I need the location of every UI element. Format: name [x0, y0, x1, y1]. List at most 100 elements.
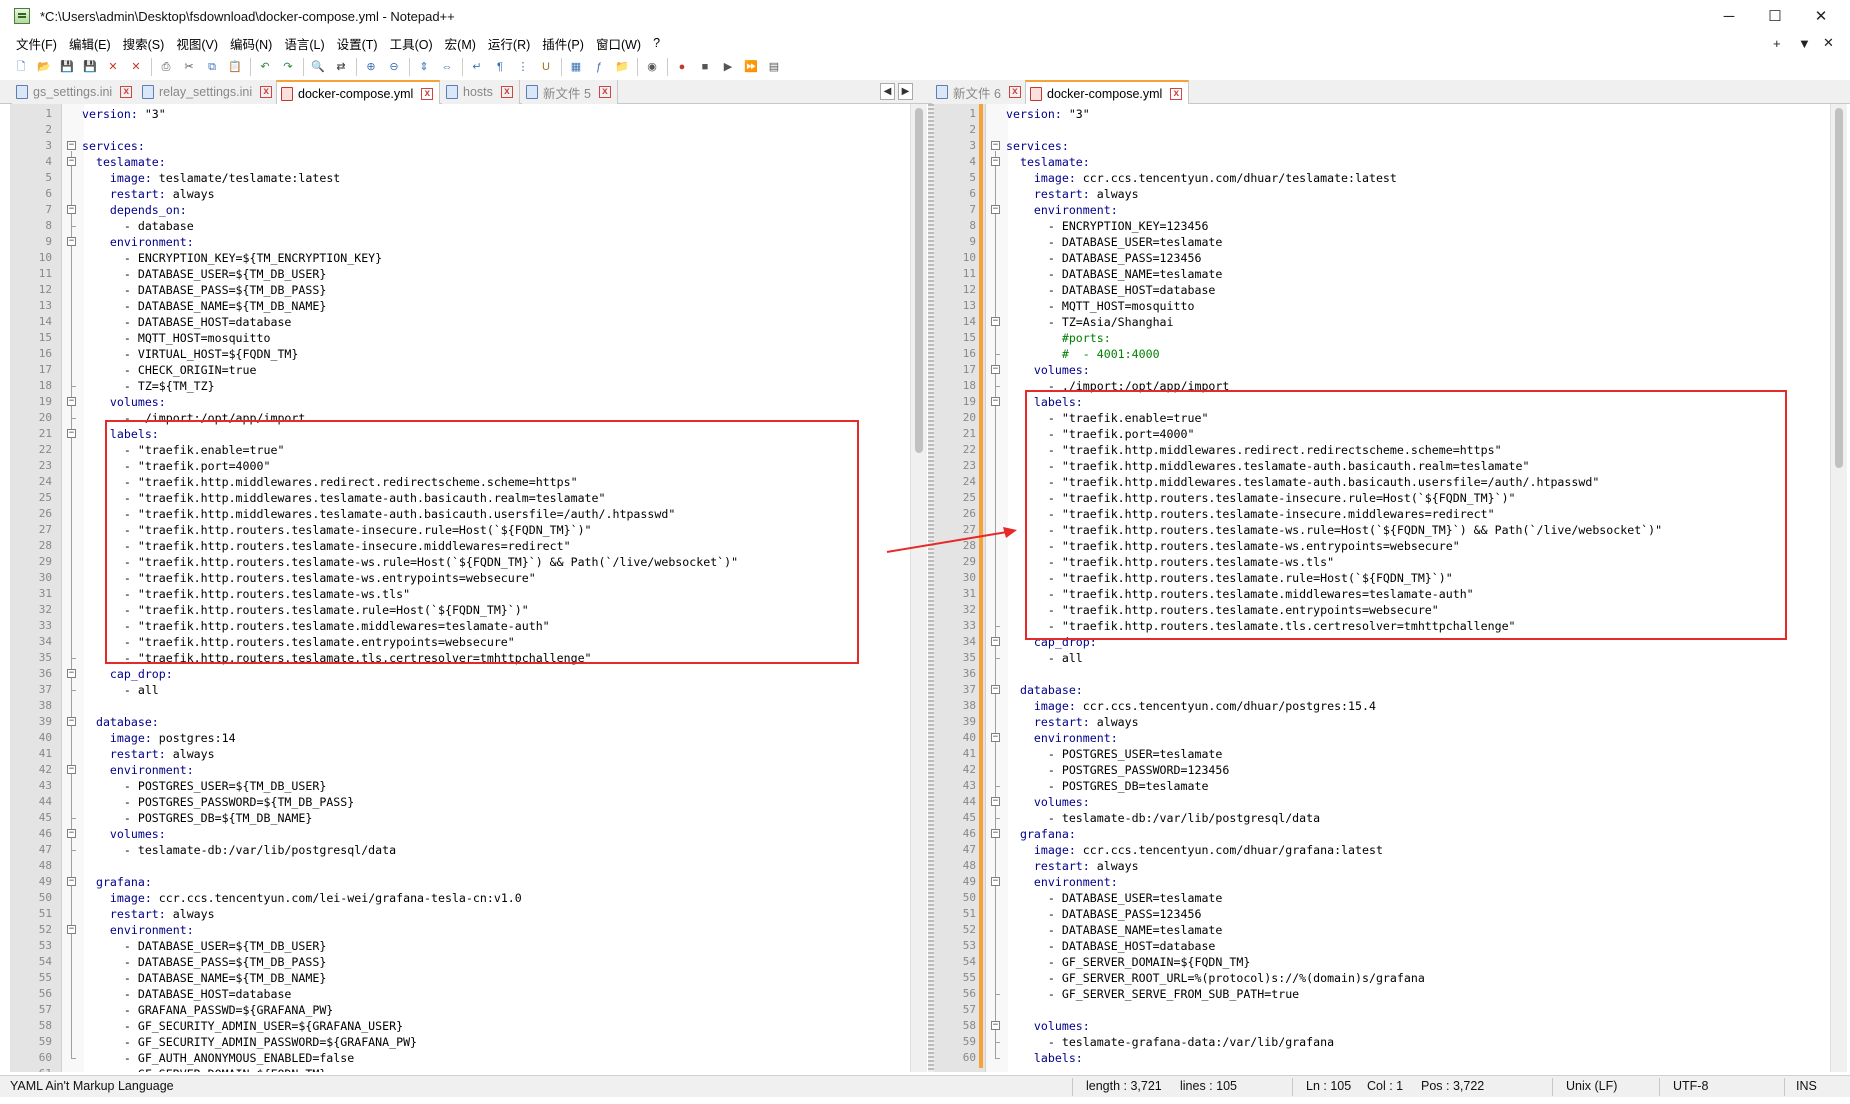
- fold-toggle-icon[interactable]: −: [991, 205, 1000, 214]
- code-line[interactable]: - teslamate-db:/var/lib/postgresql/data: [1006, 810, 1320, 826]
- fold-toggle-icon[interactable]: −: [67, 829, 76, 838]
- tab-close-icon[interactable]: x: [1008, 86, 1021, 98]
- right-vertical-scrollbar[interactable]: [1830, 104, 1847, 1072]
- fold-toggle-icon[interactable]: −: [991, 1021, 1000, 1030]
- right-code-area[interactable]: 1 version: "3" 2 3 services: 4 teslamate: 5 im…: [934, 104, 1824, 1072]
- code-line[interactable]: - POSTGRES_USER=${TM_DB_USER}: [82, 778, 326, 794]
- left-scroll-thumb[interactable]: [915, 108, 923, 453]
- code-line[interactable]: - "traefik.http.routers.teslamate.rule=H…: [82, 602, 529, 618]
- code-line[interactable]: - ENCRYPTION_KEY=${TM_ENCRYPTION_KEY}: [82, 250, 382, 266]
- code-line[interactable]: environment:: [82, 762, 194, 778]
- code-line[interactable]: environment:: [1006, 202, 1118, 218]
- tab-close-icon[interactable]: x: [500, 86, 513, 98]
- menu-encoding[interactable]: 编码(N): [224, 34, 278, 53]
- code-line[interactable]: image: ccr.ccs.tencentyun.com/dhuar/tesl…: [1006, 170, 1397, 186]
- fold-toggle-icon[interactable]: −: [991, 637, 1000, 646]
- menu-macro[interactable]: 宏(M): [439, 34, 482, 53]
- code-line[interactable]: - "traefik.http.routers.teslamate-insecu…: [82, 522, 592, 538]
- indent-guide-icon[interactable]: ⋮: [514, 58, 532, 76]
- code-line[interactable]: environment:: [1006, 874, 1118, 890]
- close-button[interactable]: ✕: [1798, 0, 1844, 32]
- fold-toggle-icon[interactable]: −: [67, 237, 76, 246]
- open-file-icon[interactable]: 📂: [35, 58, 53, 76]
- code-line[interactable]: - DATABASE_USER=${TM_DB_USER}: [82, 938, 326, 954]
- code-line[interactable]: - GRAFANA_PASSWD=${GRAFANA_PW}: [82, 1002, 333, 1018]
- fold-toggle-icon[interactable]: −: [67, 141, 76, 150]
- code-line[interactable]: database:: [1006, 682, 1083, 698]
- left-code-area[interactable]: 1 version: "3" 2 3 services: 4 teslamate: 5 im…: [10, 104, 900, 1072]
- save-all-icon[interactable]: 💾: [81, 58, 99, 76]
- code-line[interactable]: - "traefik.http.routers.teslamate-ws.rul…: [1006, 522, 1662, 538]
- undo-icon[interactable]: ↶: [256, 58, 274, 76]
- code-line[interactable]: - GF_SERVER_DOMAIN=${FQDN_TM}: [1006, 954, 1250, 970]
- replace-icon[interactable]: ⇄: [332, 58, 350, 76]
- code-line[interactable]: - ./import:/opt/app/import: [1006, 378, 1230, 394]
- code-line[interactable]: - ENCRYPTION_KEY=123456: [1006, 218, 1209, 234]
- code-line[interactable]: - DATABASE_NAME=teslamate: [1006, 922, 1223, 938]
- code-line[interactable]: image: ccr.ccs.tencentyun.com/lei-wei/gr…: [82, 890, 522, 906]
- code-line[interactable]: restart: always: [1006, 858, 1139, 874]
- code-line[interactable]: - GF_AUTH_ANONYMOUS_ENABLED=false: [82, 1050, 354, 1066]
- code-line[interactable]: services:: [1006, 138, 1069, 154]
- code-line[interactable]: - GF_SERVER_SERVE_FROM_SUB_PATH=true: [1006, 986, 1299, 1002]
- fold-toggle-icon[interactable]: −: [991, 397, 1000, 406]
- code-line[interactable]: - DATABASE_PASS=${TM_DB_PASS}: [82, 954, 326, 970]
- fold-toggle-icon[interactable]: −: [67, 669, 76, 678]
- code-line[interactable]: volumes:: [1006, 1018, 1090, 1034]
- code-line[interactable]: teslamate:: [82, 154, 166, 170]
- tab-close-icon[interactable]: x: [120, 86, 133, 98]
- code-line[interactable]: - DATABASE_HOST=database: [82, 314, 292, 330]
- tab-close-icon[interactable]: x: [421, 87, 434, 100]
- code-line[interactable]: - "traefik.http.middlewares.teslamate-au…: [1006, 474, 1599, 490]
- code-line[interactable]: image: teslamate/teslamate:latest: [82, 170, 340, 186]
- code-line[interactable]: - "traefik.http.routers.teslamate-ws.rul…: [82, 554, 738, 570]
- left-tab-4[interactable]: 新文件 5 x: [522, 80, 618, 104]
- left-vertical-scrollbar[interactable]: [910, 104, 927, 1072]
- new-tab-plus-icon[interactable]: +: [1773, 32, 1781, 54]
- code-line[interactable]: grafana:: [1006, 826, 1076, 842]
- cut-icon[interactable]: ✂: [180, 58, 198, 76]
- code-line[interactable]: - "traefik.http.middlewares.teslamate-au…: [82, 490, 606, 506]
- close-doc-icon[interactable]: ✕: [1823, 32, 1834, 54]
- monitor-icon[interactable]: ◉: [643, 58, 661, 76]
- code-line[interactable]: restart: always: [82, 906, 215, 922]
- code-line[interactable]: version: "3": [1006, 106, 1090, 122]
- menu-help[interactable]: ?: [647, 36, 666, 50]
- code-line[interactable]: version: "3": [82, 106, 166, 122]
- fold-toggle-icon[interactable]: −: [991, 157, 1000, 166]
- tab-close-icon[interactable]: x: [260, 86, 273, 98]
- code-line[interactable]: labels:: [82, 426, 159, 442]
- fold-toggle-icon[interactable]: −: [67, 157, 76, 166]
- code-line[interactable]: - "traefik.http.routers.teslamate-ws.tls…: [82, 586, 410, 602]
- code-line[interactable]: services:: [82, 138, 145, 154]
- right-scroll-thumb[interactable]: [1835, 108, 1843, 468]
- menu-window[interactable]: 窗口(W): [590, 34, 647, 53]
- code-line[interactable]: - "traefik.http.routers.teslamate-insecu…: [1006, 506, 1495, 522]
- code-line[interactable]: - POSTGRES_DB=teslamate: [1006, 778, 1209, 794]
- menu-run[interactable]: 运行(R): [482, 34, 536, 53]
- code-line[interactable]: - POSTGRES_PASSWORD=${TM_DB_PASS}: [82, 794, 354, 810]
- code-line[interactable]: # - 4001:4000: [1006, 346, 1160, 362]
- code-line[interactable]: - "traefik.port=4000": [82, 458, 271, 474]
- fold-toggle-icon[interactable]: −: [991, 685, 1000, 694]
- code-line[interactable]: - GF_SERVER_ROOT_URL=%(protocol)s://%(do…: [1006, 970, 1425, 986]
- tab-next-arrow-icon[interactable]: ▶: [898, 83, 913, 100]
- menu-file[interactable]: 文件(F): [10, 34, 63, 53]
- code-line[interactable]: image: ccr.ccs.tencentyun.com/dhuar/graf…: [1006, 842, 1383, 858]
- code-line[interactable]: - "traefik.http.middlewares.teslamate-au…: [1006, 458, 1530, 474]
- code-line[interactable]: - DATABASE_USER=teslamate: [1006, 890, 1223, 906]
- menu-settings[interactable]: 设置(T): [331, 34, 384, 53]
- fold-toggle-icon[interactable]: −: [991, 829, 1000, 838]
- code-line[interactable]: - POSTGRES_PASSWORD=123456: [1006, 762, 1230, 778]
- udl-icon[interactable]: U: [537, 58, 555, 76]
- code-line[interactable]: cap_drop:: [82, 666, 173, 682]
- tab-prev-arrow-icon[interactable]: ◀: [880, 83, 895, 100]
- code-line[interactable]: - "traefik.http.routers.teslamate.entryp…: [82, 634, 515, 650]
- right-editor-pane[interactable]: 1 version: "3" 2 3 services: 4 teslamate: 5 im…: [934, 104, 1850, 1072]
- record-icon[interactable]: ●: [673, 58, 691, 76]
- code-line[interactable]: - TZ=Asia/Shanghai: [1006, 314, 1174, 330]
- menu-view[interactable]: 视图(V): [170, 34, 224, 53]
- play-icon[interactable]: ▶: [719, 58, 737, 76]
- fold-toggle-icon[interactable]: −: [991, 733, 1000, 742]
- fold-toggle-icon[interactable]: −: [67, 205, 76, 214]
